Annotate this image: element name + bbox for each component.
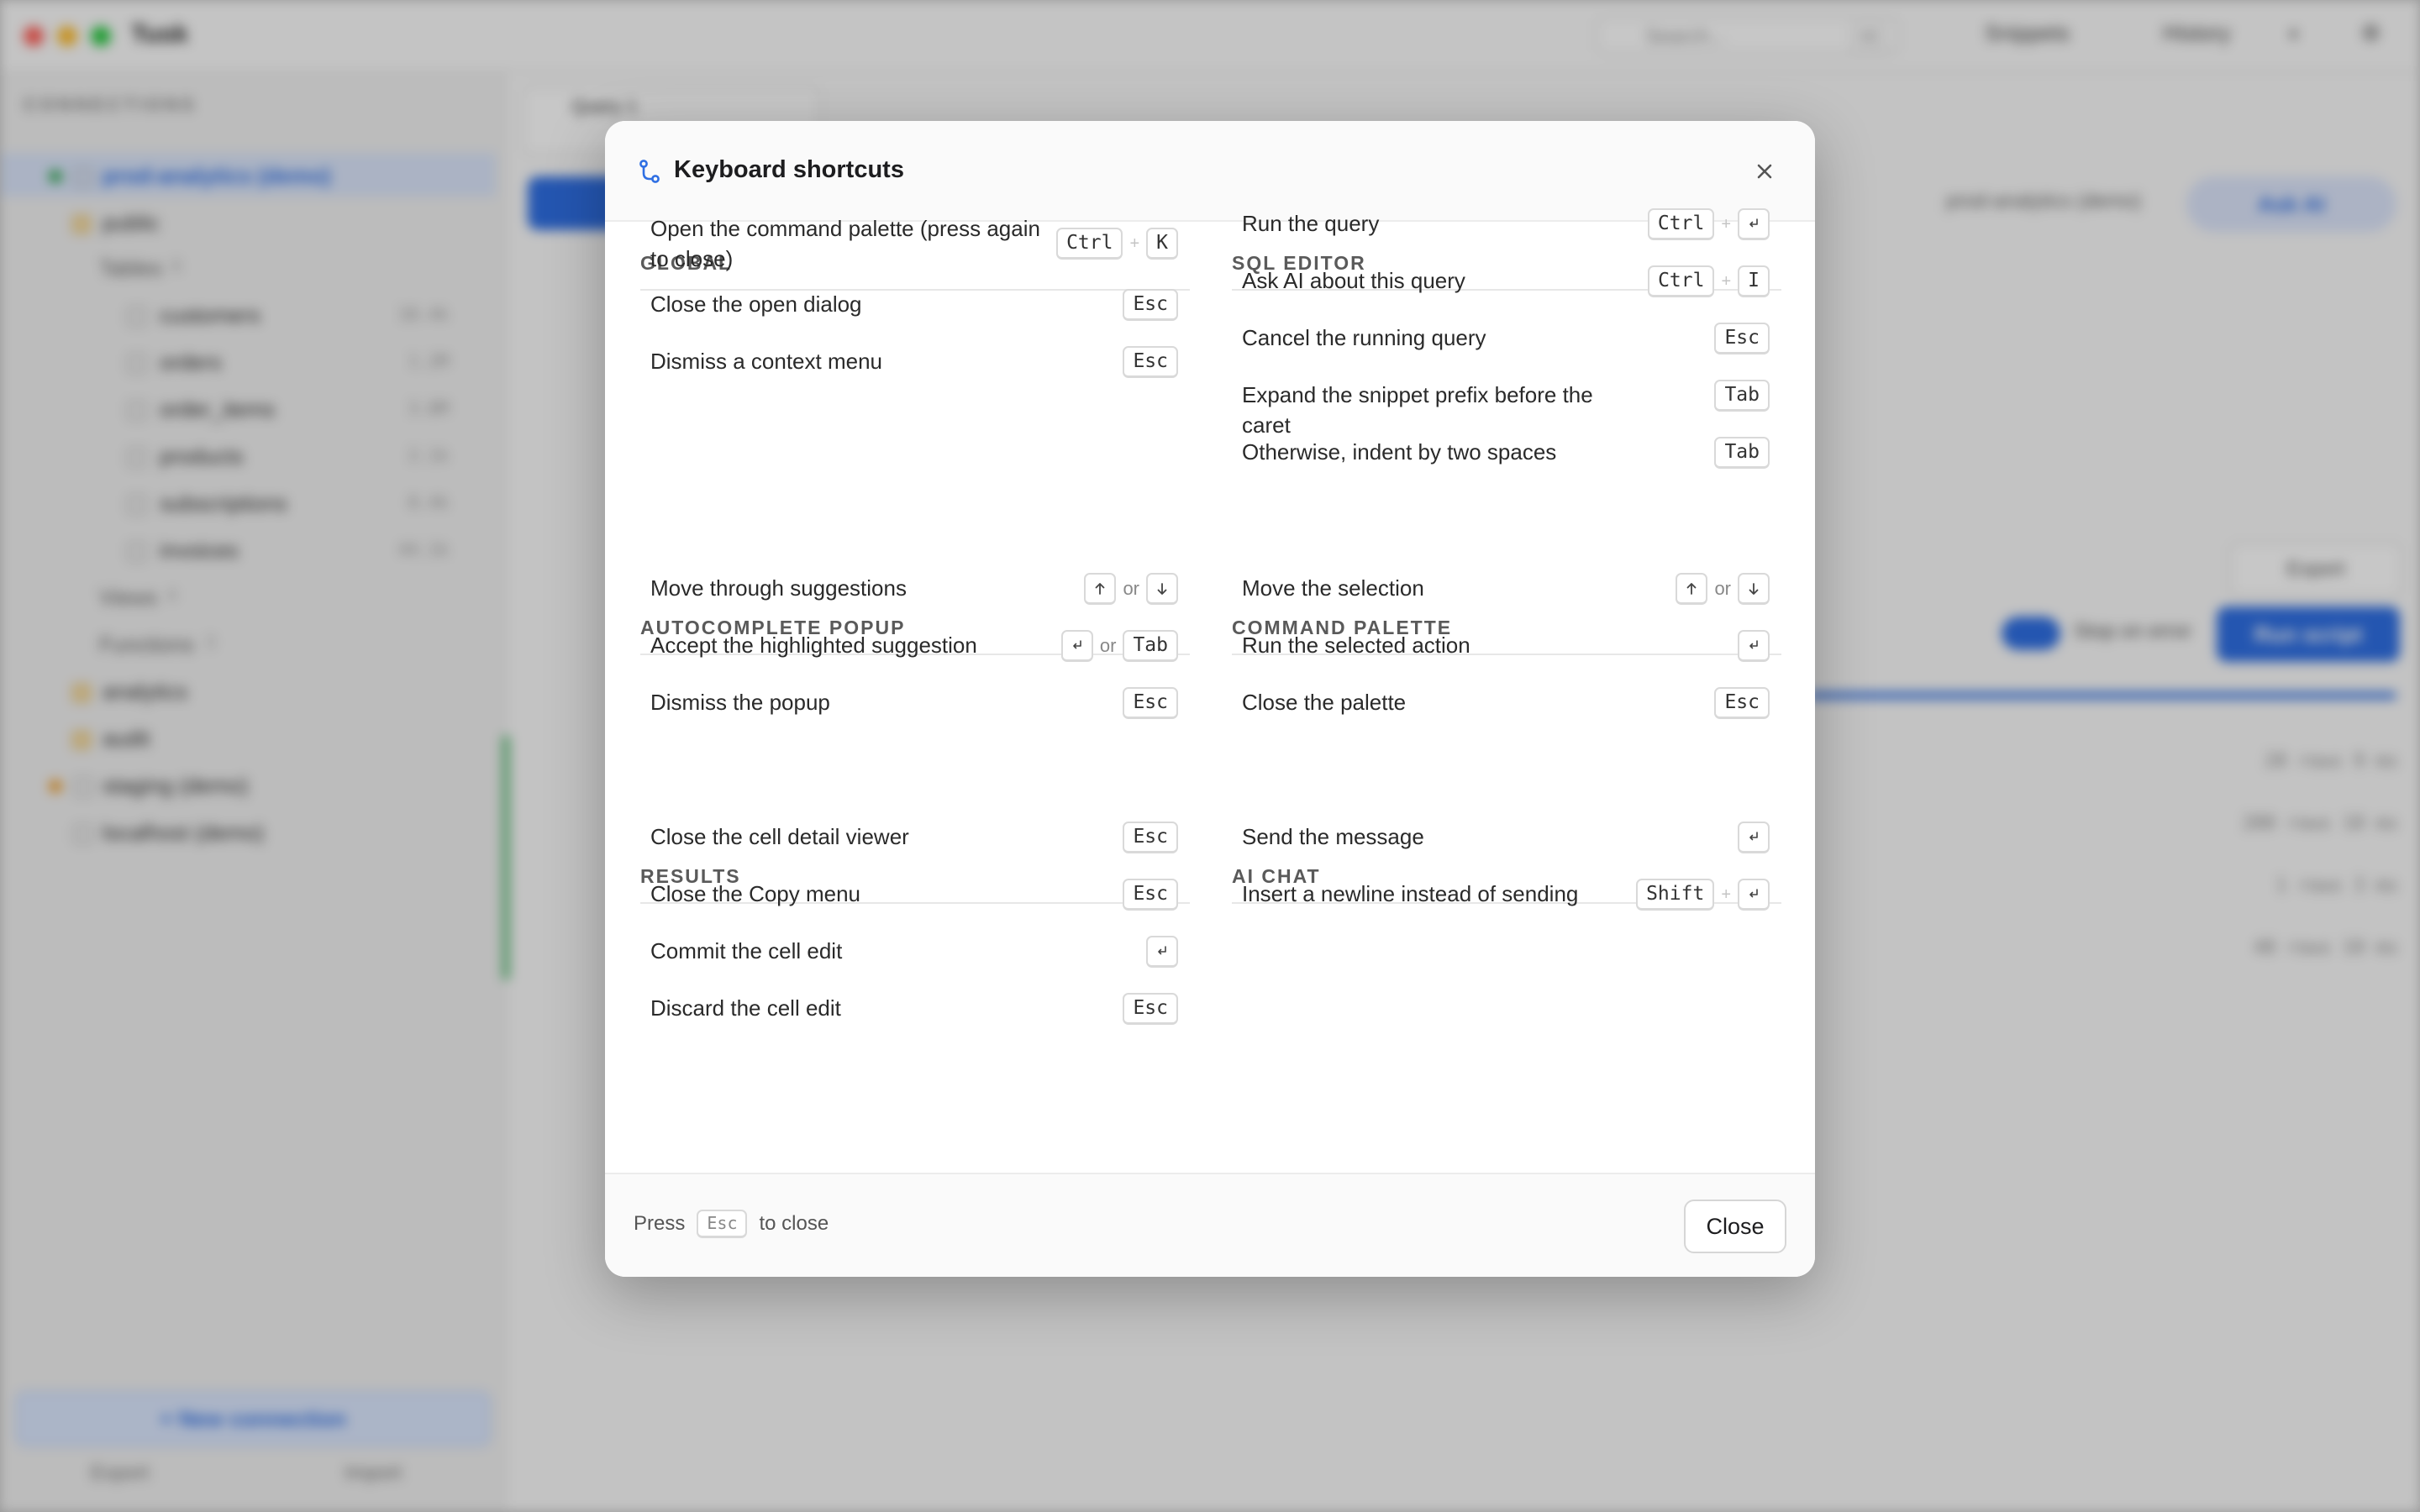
shortcut-description: Insert a newline instead of sending bbox=[1242, 881, 1579, 906]
shortcut-description: Commit the cell edit bbox=[650, 938, 843, 963]
shortcut-description: Otherwise, indent by two spaces bbox=[1242, 439, 1557, 465]
return-key-icon bbox=[1060, 630, 1093, 662]
key-combo bbox=[1146, 936, 1178, 968]
return-key-icon bbox=[1738, 822, 1770, 853]
key-combo: or bbox=[1676, 573, 1770, 605]
shortcut-description: Close the Copy menu bbox=[650, 881, 861, 906]
key-ctrl: Ctrl bbox=[1647, 208, 1715, 240]
shortcut-description: Move through suggestions bbox=[650, 575, 907, 601]
shortcut-description: Close the palette bbox=[1242, 690, 1407, 715]
key-combo: Ctrl + K bbox=[1056, 228, 1178, 260]
key-plus-separator: + bbox=[1721, 885, 1731, 904]
key-combo: Esc bbox=[1714, 687, 1770, 719]
key-tab: Tab bbox=[1714, 380, 1770, 412]
shortcut-description: Move the selection bbox=[1242, 575, 1424, 601]
key-combo: Esc bbox=[1714, 323, 1770, 354]
key-esc: Esc bbox=[1714, 687, 1770, 719]
close-dialog-button[interactable] bbox=[1748, 155, 1781, 188]
key-esc: Esc bbox=[1123, 993, 1178, 1025]
key-combo: Esc bbox=[1123, 879, 1178, 911]
shortcut-description: Run the selected action bbox=[1242, 633, 1470, 658]
arrow-down-icon bbox=[1738, 573, 1770, 605]
shortcut-description: Run the query bbox=[1242, 211, 1380, 236]
key-combo: Esc bbox=[1123, 993, 1178, 1025]
close-button[interactable]: Close bbox=[1684, 1200, 1786, 1253]
key-combo: Tab bbox=[1714, 437, 1770, 469]
key-plus-separator: + bbox=[1129, 234, 1140, 253]
shortcut-description: Discard the cell edit bbox=[650, 995, 841, 1021]
key-shift: Shift bbox=[1636, 879, 1715, 911]
key-esc: Esc bbox=[1123, 822, 1178, 853]
shortcut-description: Cancel the running query bbox=[1242, 325, 1486, 350]
esc-key: Esc bbox=[697, 1210, 748, 1238]
key-combo: Shift + bbox=[1636, 879, 1770, 911]
key-esc: Esc bbox=[1123, 346, 1178, 378]
key-esc: Esc bbox=[1123, 289, 1178, 321]
key-esc: Esc bbox=[1123, 879, 1178, 911]
key-ctrl: Ctrl bbox=[1648, 265, 1715, 297]
key-k: K bbox=[1146, 228, 1178, 260]
key-or-separator: or bbox=[1714, 578, 1731, 599]
shortcut-description: Send the message bbox=[1242, 824, 1424, 849]
close-icon bbox=[1757, 164, 1772, 179]
shortcut-description: Close the cell detail viewer bbox=[650, 824, 909, 849]
command-icon bbox=[639, 160, 660, 183]
keyboard-shortcuts-dialog: Keyboard shortcuts GLOBAL Open the comman… bbox=[605, 121, 1815, 1277]
key-combo: Tab bbox=[1714, 380, 1770, 412]
key-plus-separator: + bbox=[1721, 271, 1732, 291]
shortcut-description: Expand the snippet prefix before the car… bbox=[1242, 382, 1593, 438]
return-key-icon bbox=[1146, 936, 1178, 968]
return-key-icon bbox=[1738, 879, 1770, 911]
shortcut-description: Open the command palette (press again to… bbox=[650, 216, 1040, 271]
key-i: I bbox=[1738, 265, 1770, 297]
key-ctrl: Ctrl bbox=[1056, 228, 1123, 260]
arrow-up-icon bbox=[1084, 573, 1117, 605]
key-esc: Esc bbox=[1123, 687, 1178, 719]
shortcut-description: Close the open dialog bbox=[650, 291, 862, 317]
dialog-footer: Press Esc to close Close bbox=[605, 1173, 1815, 1277]
shortcut-description: Ask AI about this query bbox=[1242, 268, 1465, 293]
shortcut-description: Dismiss the popup bbox=[650, 690, 830, 715]
arrow-down-icon bbox=[1146, 573, 1178, 605]
key-combo: Ctrl + bbox=[1647, 208, 1770, 240]
key-combo bbox=[1738, 630, 1770, 662]
key-combo: Ctrl + I bbox=[1648, 265, 1770, 297]
dialog-title: Keyboard shortcuts bbox=[674, 156, 904, 183]
dialog-header: Keyboard shortcuts bbox=[605, 121, 1815, 222]
key-combo: Esc bbox=[1123, 346, 1178, 378]
arrow-up-icon bbox=[1676, 573, 1708, 605]
key-combo: Esc bbox=[1123, 822, 1178, 853]
return-key-icon bbox=[1738, 630, 1770, 662]
key-tab: Tab bbox=[1123, 630, 1178, 662]
key-or-separator: or bbox=[1099, 635, 1117, 656]
footer-hint: Press Esc to close bbox=[634, 1210, 829, 1238]
key-esc: Esc bbox=[1714, 323, 1770, 354]
key-tab: Tab bbox=[1714, 437, 1770, 469]
key-or-separator: or bbox=[1123, 578, 1139, 599]
key-plus-separator: + bbox=[1721, 214, 1731, 234]
return-key-icon bbox=[1738, 208, 1770, 240]
key-combo: or Tab bbox=[1060, 630, 1178, 662]
shortcut-description: Dismiss a context menu bbox=[650, 349, 882, 374]
key-combo: Esc bbox=[1123, 289, 1178, 321]
key-combo: or bbox=[1084, 573, 1178, 605]
shortcut-description: Accept the highlighted suggestion bbox=[650, 633, 977, 658]
footer-press-text: Press bbox=[634, 1212, 686, 1235]
key-combo: Esc bbox=[1123, 687, 1178, 719]
key-combo bbox=[1738, 822, 1770, 853]
footer-to-close-text: to close bbox=[759, 1212, 829, 1235]
